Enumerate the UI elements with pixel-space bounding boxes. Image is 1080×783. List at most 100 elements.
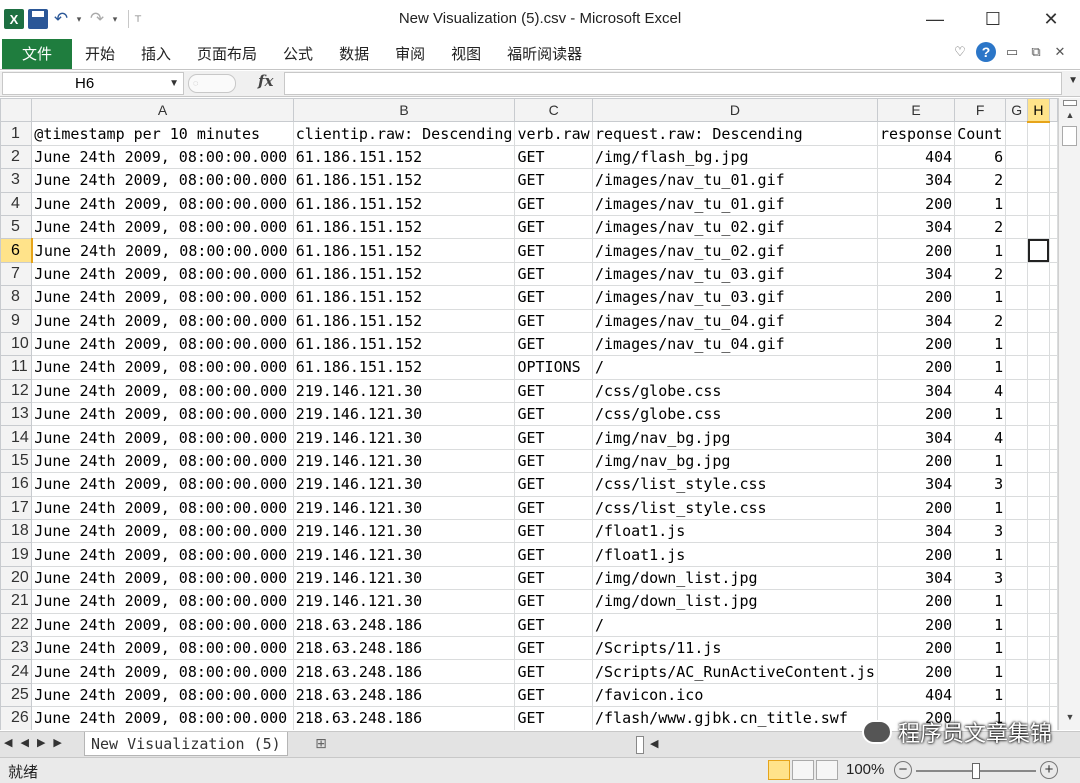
- cell-b[interactable]: 218.63.248.186: [292, 612, 516, 637]
- cell-d[interactable]: /images/nav_tu_04.gif: [591, 331, 878, 357]
- cell-f[interactable]: 1: [954, 542, 1007, 567]
- cell-a[interactable]: June 24th 2009, 08:00:00.000: [31, 495, 294, 521]
- row-header[interactable]: 24: [0, 659, 33, 684]
- column-header-e[interactable]: E: [876, 98, 956, 123]
- cell-f[interactable]: 4: [954, 378, 1007, 404]
- cell-a[interactable]: June 24th 2009, 08:00:00.000: [31, 402, 294, 427]
- cell-e[interactable]: 200: [876, 448, 956, 474]
- zoom-level[interactable]: 100%: [846, 761, 884, 778]
- cell-a[interactable]: June 24th 2009, 08:00:00.000: [31, 472, 294, 497]
- cell-g[interactable]: [1005, 238, 1029, 263]
- cell-c[interactable]: GET: [514, 261, 593, 287]
- row-header[interactable]: 10: [0, 331, 33, 357]
- tab-home[interactable]: 开始: [72, 39, 128, 69]
- cell-g[interactable]: [1005, 402, 1029, 427]
- cell-e[interactable]: 304: [876, 565, 956, 591]
- cell-h[interactable]: [1027, 682, 1050, 708]
- cell-a[interactable]: June 24th 2009, 08:00:00.000: [31, 308, 294, 333]
- cell-b[interactable]: 61.186.151.152: [292, 331, 516, 357]
- row-header[interactable]: 4: [0, 191, 33, 216]
- cell-f[interactable]: Count: [954, 121, 1007, 146]
- cell-d[interactable]: /Scripts/AC_RunActiveContent.js: [591, 659, 878, 684]
- tab-insert[interactable]: 插入: [128, 39, 184, 69]
- cell-h[interactable]: [1027, 285, 1050, 310]
- zoom-out-button[interactable]: −: [894, 761, 912, 779]
- tab-file[interactable]: 文件: [2, 38, 72, 69]
- cell-d[interactable]: /float1.js: [591, 542, 878, 567]
- cell-g[interactable]: [1005, 214, 1029, 240]
- cell-h[interactable]: [1027, 355, 1050, 380]
- expand-formula-bar-icon[interactable]: ▼: [1068, 75, 1078, 86]
- undo-dropdown-icon[interactable]: ▾: [74, 8, 84, 30]
- cell-e[interactable]: 304: [876, 261, 956, 287]
- cell-h[interactable]: [1027, 612, 1050, 637]
- save-icon[interactable]: [28, 9, 48, 29]
- excel-logo-icon[interactable]: X: [4, 9, 24, 29]
- cell-e[interactable]: 200: [876, 542, 956, 567]
- cell-e[interactable]: 200: [876, 285, 956, 310]
- cell-e[interactable]: 200: [876, 589, 956, 614]
- cell-a[interactable]: June 24th 2009, 08:00:00.000: [31, 355, 294, 380]
- cell-f[interactable]: 1: [954, 448, 1007, 474]
- name-box[interactable]: H6 ▼: [2, 72, 184, 95]
- cell-b[interactable]: 61.186.151.152: [292, 144, 516, 170]
- column-header-b[interactable]: B: [292, 98, 516, 123]
- row-header[interactable]: 13: [0, 402, 33, 427]
- workbook-close-icon[interactable]: ✕: [1052, 44, 1068, 60]
- cell-f[interactable]: 2: [954, 261, 1007, 287]
- cell-b[interactable]: 218.63.248.186: [292, 706, 516, 730]
- column-header-c[interactable]: C: [514, 98, 593, 123]
- cell-a[interactable]: June 24th 2009, 08:00:00.000: [31, 331, 294, 357]
- scroll-down-icon[interactable]: ▼: [1062, 712, 1078, 726]
- redo-dropdown-icon[interactable]: ▾: [110, 8, 120, 30]
- cell-g[interactable]: [1005, 519, 1029, 544]
- row-header[interactable]: 9: [0, 308, 33, 333]
- cell-g[interactable]: [1005, 425, 1029, 450]
- cell-h[interactable]: [1027, 144, 1050, 170]
- cell-f[interactable]: 2: [954, 308, 1007, 333]
- cell-g[interactable]: [1005, 565, 1029, 591]
- cell-h[interactable]: [1027, 495, 1050, 521]
- column-header-a[interactable]: A: [31, 98, 294, 123]
- cell-e[interactable]: 304: [876, 519, 956, 544]
- cell-a[interactable]: June 24th 2009, 08:00:00.000: [31, 659, 294, 684]
- cell-e[interactable]: 304: [876, 214, 956, 240]
- cell-c[interactable]: GET: [514, 635, 593, 661]
- row-header[interactable]: 19: [0, 542, 33, 567]
- cell-b[interactable]: 219.146.121.30: [292, 425, 516, 450]
- cell-e[interactable]: 304: [876, 168, 956, 193]
- cell-b[interactable]: 219.146.121.30: [292, 495, 516, 521]
- cell-a[interactable]: June 24th 2009, 08:00:00.000: [31, 519, 294, 544]
- help-icon[interactable]: ?: [976, 42, 996, 62]
- cell-c[interactable]: verb.raw: [514, 121, 593, 146]
- cell-c[interactable]: GET: [514, 448, 593, 474]
- cell-b[interactable]: 219.146.121.30: [292, 589, 516, 614]
- row-header[interactable]: 26: [0, 706, 33, 730]
- cell-g[interactable]: [1005, 589, 1029, 614]
- cell-b[interactable]: 219.146.121.30: [292, 448, 516, 474]
- cell-c[interactable]: GET: [514, 565, 593, 591]
- row-header[interactable]: 14: [0, 425, 33, 450]
- cell-f[interactable]: 3: [954, 565, 1007, 591]
- insert-function-icon[interactable]: fx: [258, 72, 273, 90]
- cell-f[interactable]: 1: [954, 682, 1007, 708]
- cell-d[interactable]: /css/globe.css: [591, 402, 878, 427]
- vertical-scrollbar[interactable]: ▲ ▼: [1058, 98, 1080, 730]
- cell-e[interactable]: 200: [876, 238, 956, 263]
- customize-qat-icon[interactable]: ⊤: [133, 8, 143, 30]
- cell-d[interactable]: /css/globe.css: [591, 378, 878, 404]
- cell-d[interactable]: /images/nav_tu_02.gif: [591, 238, 878, 263]
- cell-e[interactable]: 200: [876, 191, 956, 216]
- cell-d[interactable]: /img/nav_bg.jpg: [591, 448, 878, 474]
- scroll-left-icon[interactable]: ◀: [650, 737, 658, 750]
- cell-a[interactable]: June 24th 2009, 08:00:00.000: [31, 191, 294, 216]
- last-sheet-icon[interactable]: ▶: [53, 736, 61, 749]
- tab-formulas[interactable]: 公式: [270, 39, 326, 69]
- cell-b[interactable]: 61.186.151.152: [292, 308, 516, 333]
- cell-e[interactable]: 200: [876, 402, 956, 427]
- cell-b[interactable]: 219.146.121.30: [292, 519, 516, 544]
- cell-g[interactable]: [1005, 191, 1029, 216]
- cell-b[interactable]: 61.186.151.152: [292, 285, 516, 310]
- cell-a[interactable]: June 24th 2009, 08:00:00.000: [31, 635, 294, 661]
- cell-g[interactable]: [1005, 331, 1029, 357]
